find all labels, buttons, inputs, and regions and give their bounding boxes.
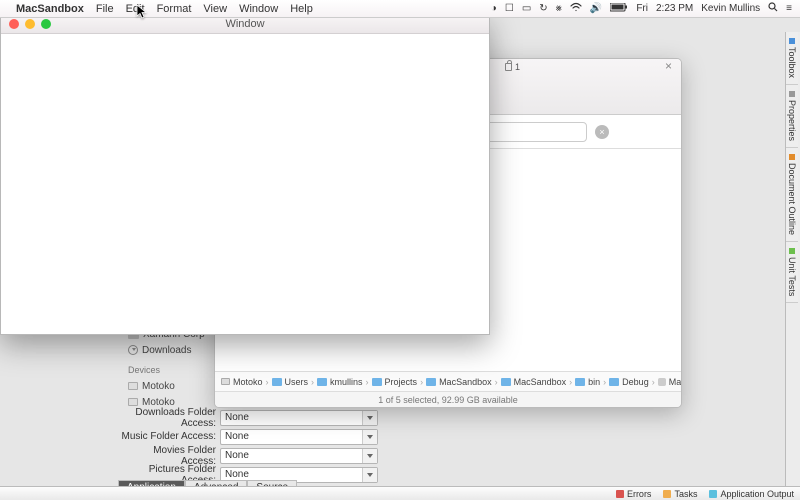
path-crumb[interactable]: MacSandbox	[658, 377, 681, 387]
status-app-output[interactable]: Application Output	[709, 489, 794, 499]
spotlight-icon[interactable]	[768, 2, 778, 15]
menu-view[interactable]: View	[203, 3, 227, 15]
select-movies-access[interactable]: None	[220, 448, 378, 464]
minimize-button[interactable]	[25, 19, 35, 29]
zoom-button[interactable]	[41, 19, 51, 29]
tab-toolbox[interactable]: Toolbox	[786, 32, 798, 85]
tab-document-outline[interactable]: Document Outline	[786, 148, 798, 242]
clock-day[interactable]: Fri	[636, 3, 648, 14]
dropbox-icon[interactable]: ☐	[505, 3, 514, 14]
hdd-icon	[128, 398, 138, 406]
path-crumb[interactable]: MacSandbox	[501, 377, 567, 387]
app-window: Window	[0, 13, 490, 335]
menu-file[interactable]: File	[96, 3, 114, 15]
path-crumb[interactable]: Debug	[609, 377, 649, 387]
row-downloads-access: Downloads Folder Access: None	[118, 408, 784, 427]
search-clear-button[interactable]: ×	[595, 125, 609, 139]
select-music-access[interactable]: None	[220, 429, 378, 445]
row-movies-access: Movies Folder Access: None	[118, 446, 784, 465]
finder-path-bar: Motoko› Users› kmullins› Projects› MacSa…	[215, 371, 681, 391]
finder-status-bar: 1 of 5 selected, 92.99 GB available	[215, 391, 681, 407]
properties-icon	[789, 91, 795, 97]
folder-icon	[372, 378, 382, 386]
app-icon	[658, 378, 666, 386]
notification-center-icon[interactable]: ≡	[786, 3, 792, 14]
hdd-icon	[221, 378, 230, 385]
toolbox-icon	[789, 38, 795, 44]
select-downloads-access[interactable]: None	[220, 410, 378, 426]
outline-icon	[789, 154, 795, 160]
folder-icon	[317, 378, 327, 386]
path-crumb[interactable]: Projects	[372, 377, 418, 387]
folder-icon	[426, 378, 436, 386]
menu-bar: MacSandbox File Edit Format View Window …	[0, 0, 800, 18]
path-crumb[interactable]: MacSandbox	[426, 377, 492, 387]
timemachine-icon[interactable]: ↻	[539, 3, 547, 14]
sidebar-item-downloads[interactable]: Downloads	[128, 342, 210, 358]
volume-icon[interactable]: 🔊	[590, 3, 602, 14]
sidebar-devices-header: Devices	[128, 362, 210, 378]
finder-close-tab[interactable]: ×	[665, 61, 675, 71]
status-errors[interactable]: Errors	[616, 489, 652, 499]
hdd-icon	[128, 382, 138, 390]
clock-time[interactable]: 2:23 PM	[656, 3, 693, 14]
sidebar-device-1[interactable]: Motoko	[128, 378, 210, 394]
label-downloads-access: Downloads Folder Access:	[118, 407, 220, 429]
path-crumb[interactable]: Motoko	[221, 377, 263, 387]
status-tasks[interactable]: Tasks	[663, 489, 697, 499]
menu-status-area: ◑ ☐ ▭ ↻ ⨳ 🔊 Fri 2:23 PM Kevin Mullins ≡	[491, 2, 792, 15]
tests-icon	[789, 248, 795, 254]
display-icon[interactable]: ▭	[522, 3, 531, 14]
lock-icon	[505, 63, 512, 71]
folder-icon	[609, 378, 619, 386]
app-menu[interactable]: MacSandbox	[16, 3, 84, 15]
cursor-icon	[136, 4, 148, 23]
finder-sidebar-peek: Xamarin Corp Downloads Devices Motoko Mo…	[128, 326, 210, 410]
wifi-icon[interactable]	[570, 2, 582, 15]
window-title: Window	[225, 18, 264, 30]
sync-icon[interactable]: ◑	[491, 3, 497, 14]
path-crumb[interactable]: kmullins	[317, 377, 363, 387]
menu-window[interactable]: Window	[239, 3, 278, 15]
close-button[interactable]	[9, 19, 19, 29]
user-menu[interactable]: Kevin Mullins	[701, 3, 760, 14]
errors-icon	[616, 490, 624, 498]
tab-properties[interactable]: Properties	[786, 85, 798, 148]
bluetooth-icon[interactable]: ⨳	[556, 3, 562, 14]
entitlements-form: Downloads Folder Access: None Music Fold…	[118, 408, 784, 484]
output-icon	[709, 490, 717, 498]
folder-icon	[575, 378, 585, 386]
right-panel-tabs: Toolbox Properties Document Outline Unit…	[785, 32, 800, 486]
finder-lock-badge: 1	[505, 62, 520, 72]
tab-unit-tests[interactable]: Unit Tests	[786, 242, 798, 303]
menu-format[interactable]: Format	[157, 3, 192, 15]
app-content	[1, 34, 489, 334]
folder-icon	[501, 378, 511, 386]
path-crumb[interactable]: bin	[575, 377, 600, 387]
tasks-icon	[663, 490, 671, 498]
path-crumb[interactable]: Users	[272, 377, 309, 387]
battery-icon[interactable]	[610, 3, 628, 15]
label-music-access: Music Folder Access:	[118, 431, 220, 442]
traffic-lights	[9, 19, 51, 29]
row-music-access: Music Folder Access: None	[118, 427, 784, 446]
folder-icon	[272, 378, 282, 386]
ide-status-bar: Errors Tasks Application Output	[0, 486, 800, 500]
downloads-icon	[128, 345, 138, 355]
menu-help[interactable]: Help	[290, 3, 313, 15]
